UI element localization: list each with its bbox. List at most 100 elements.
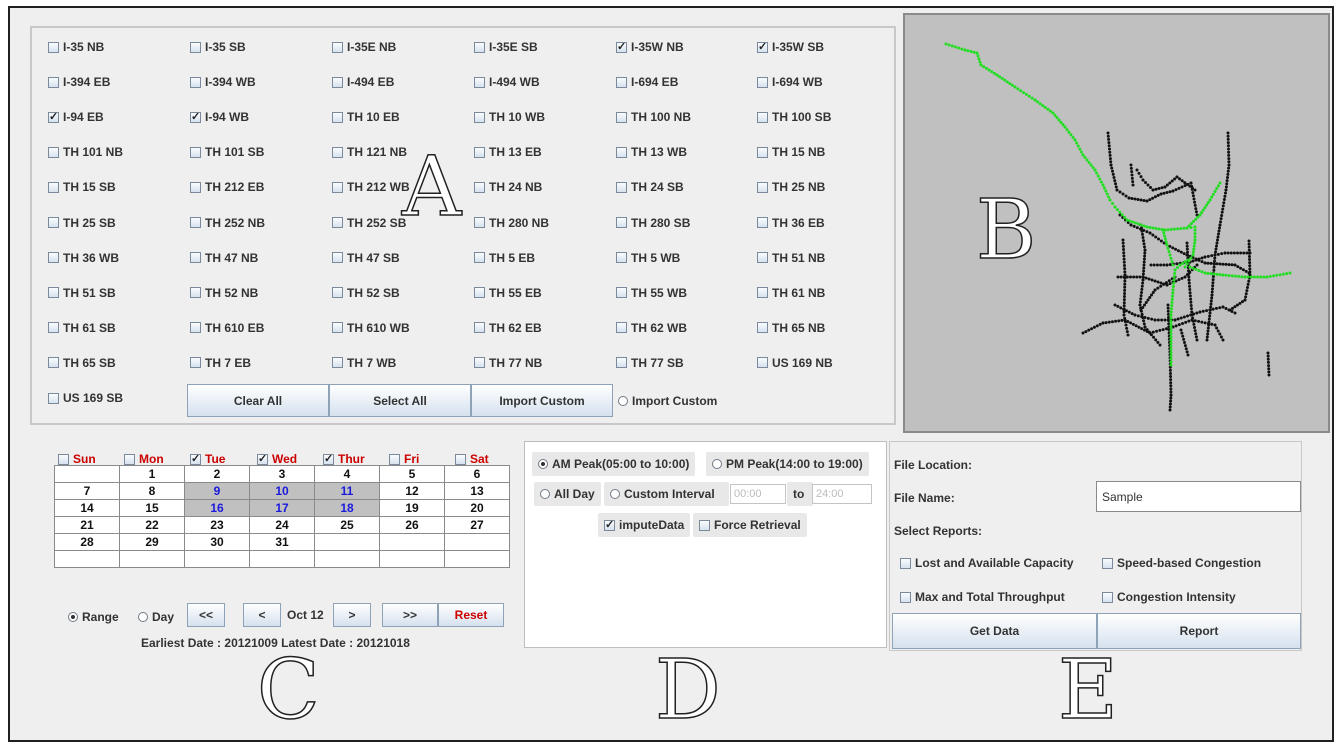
route-checkbox[interactable]: TH 51 SB <box>48 286 116 300</box>
route-checkbox[interactable]: ✓ I-35W NB <box>616 40 684 54</box>
route-checkbox[interactable]: TH 13 WB <box>616 145 687 159</box>
route-checkbox[interactable]: TH 61 SB <box>48 321 116 335</box>
route-checkbox[interactable]: TH 77 SB <box>616 356 684 370</box>
weekday-checkbox[interactable]: Sat <box>455 452 489 466</box>
select-all-button[interactable]: Select All <box>329 384 471 417</box>
reset-button[interactable]: Reset <box>438 603 504 627</box>
route-checkbox[interactable]: TH 13 EB <box>474 145 542 159</box>
route-checkbox[interactable]: TH 5 EB <box>474 251 535 265</box>
calendar-day-cell[interactable]: 28 <box>54 533 120 551</box>
lost-capacity-checkbox[interactable]: Lost and Available Capacity <box>900 556 1074 570</box>
calendar-day-cell[interactable]: 13 <box>444 482 510 500</box>
route-map-panel[interactable] <box>903 13 1330 433</box>
force-retrieval-checkbox[interactable]: Force Retrieval <box>693 513 807 537</box>
route-checkbox[interactable]: ✓ I-35W SB <box>757 40 824 54</box>
route-checkbox[interactable]: TH 610 WB <box>332 321 410 335</box>
first-month-button[interactable]: << <box>187 603 225 627</box>
impute-data-checkbox[interactable]: ✓ imputeData <box>598 513 691 537</box>
calendar-day-cell[interactable]: 8 <box>119 482 185 500</box>
speed-congestion-checkbox[interactable]: Speed-based Congestion <box>1102 556 1261 570</box>
calendar-day-cell[interactable]: 22 <box>119 516 185 534</box>
all-day-radio[interactable]: All Day <box>534 482 601 506</box>
route-checkbox[interactable]: TH 280 SB <box>616 216 690 230</box>
route-checkbox[interactable]: I-494 WB <box>474 75 540 89</box>
route-checkbox[interactable]: TH 25 SB <box>48 216 116 230</box>
calendar-day-cell[interactable]: 10 <box>249 482 315 500</box>
route-checkbox[interactable]: TH 101 NB <box>48 145 123 159</box>
calendar-day-cell[interactable]: 14 <box>54 499 120 517</box>
calendar-day-cell[interactable]: 27 <box>444 516 510 534</box>
end-time-field[interactable] <box>812 484 872 504</box>
route-checkbox[interactable]: TH 24 SB <box>616 180 684 194</box>
weekday-checkbox[interactable]: Fri <box>389 452 419 466</box>
calendar-day-cell[interactable]: 18 <box>314 499 380 517</box>
calendar-day-cell[interactable]: 16 <box>184 499 250 517</box>
calendar-day-cell[interactable]: 30 <box>184 533 250 551</box>
route-checkbox[interactable]: TH 61 NB <box>757 286 825 300</box>
route-checkbox[interactable]: ✓ I-94 WB <box>190 110 249 124</box>
route-checkbox[interactable]: TH 10 WB <box>474 110 545 124</box>
route-checkbox[interactable]: TH 212 EB <box>190 180 264 194</box>
route-checkbox[interactable]: ✓ I-94 EB <box>48 110 104 124</box>
route-checkbox[interactable]: I-694 WB <box>757 75 823 89</box>
prev-month-button[interactable]: < <box>243 603 281 627</box>
route-checkbox[interactable]: TH 5 WB <box>616 251 680 265</box>
calendar-day-cell[interactable]: 26 <box>379 516 445 534</box>
route-checkbox[interactable]: TH 55 WB <box>616 286 687 300</box>
calendar-day-cell[interactable]: 29 <box>119 533 185 551</box>
route-checkbox[interactable]: I-35 SB <box>190 40 246 54</box>
route-checkbox[interactable]: TH 15 SB <box>48 180 116 194</box>
route-checkbox[interactable]: TH 7 WB <box>332 356 396 370</box>
calendar-day-cell[interactable]: 12 <box>379 482 445 500</box>
weekday-checkbox[interactable]: Mon <box>124 452 164 466</box>
am-peak-radio[interactable]: AM Peak(05:00 to 10:00) <box>532 452 696 476</box>
route-checkbox[interactable]: TH 65 SB <box>48 356 116 370</box>
next-month-button[interactable]: > <box>333 603 371 627</box>
calendar-day-cell[interactable]: 5 <box>379 465 445 483</box>
route-checkbox[interactable]: US 169 NB <box>757 356 833 370</box>
calendar-day-cell[interactable]: 9 <box>184 482 250 500</box>
route-checkbox[interactable]: TH 121 NB <box>332 145 407 159</box>
route-checkbox[interactable]: TH 52 SB <box>332 286 400 300</box>
calendar-day-cell[interactable]: 21 <box>54 516 120 534</box>
route-checkbox[interactable]: TH 36 WB <box>48 251 119 265</box>
route-checkbox[interactable]: TH 24 NB <box>474 180 542 194</box>
calendar-day-cell[interactable]: 15 <box>119 499 185 517</box>
route-checkbox[interactable]: TH 252 NB <box>190 216 265 230</box>
route-checkbox[interactable]: TH 77 NB <box>474 356 542 370</box>
route-checkbox[interactable]: TH 10 EB <box>332 110 400 124</box>
calendar-day-cell[interactable]: 6 <box>444 465 510 483</box>
pm-peak-radio[interactable]: PM Peak(14:00 to 19:00) <box>706 452 869 476</box>
route-checkbox[interactable]: TH 55 EB <box>474 286 542 300</box>
route-checkbox[interactable]: TH 101 SB <box>190 145 264 159</box>
calendar-day-cell[interactable]: 25 <box>314 516 380 534</box>
calendar-day-cell[interactable]: 20 <box>444 499 510 517</box>
route-checkbox[interactable]: TH 65 NB <box>757 321 825 335</box>
day-radio[interactable]: Day <box>138 610 174 624</box>
report-button[interactable]: Report <box>1097 613 1301 649</box>
calendar-day-cell[interactable]: 17 <box>249 499 315 517</box>
start-time-field[interactable] <box>730 484 786 504</box>
route-checkbox[interactable]: I-35E SB <box>474 40 538 54</box>
route-checkbox[interactable]: TH 610 EB <box>190 321 264 335</box>
import-custom-radio[interactable]: Import Custom <box>618 394 717 408</box>
route-checkbox[interactable]: TH 36 EB <box>757 216 825 230</box>
calendar-day-cell[interactable]: 19 <box>379 499 445 517</box>
calendar-day-cell[interactable]: 31 <box>249 533 315 551</box>
weekday-checkbox[interactable]: ✓ Wed <box>257 452 297 466</box>
weekday-checkbox[interactable]: ✓ Thur <box>323 452 365 466</box>
weekday-checkbox[interactable]: Sun <box>58 452 96 466</box>
route-checkbox[interactable]: TH 25 NB <box>757 180 825 194</box>
calendar-day-cell[interactable]: 11 <box>314 482 380 500</box>
calendar-day-cell[interactable]: 1 <box>119 465 185 483</box>
route-checkbox[interactable]: TH 7 EB <box>190 356 251 370</box>
route-checkbox[interactable]: TH 252 SB <box>332 216 406 230</box>
calendar-day-cell[interactable]: 7 <box>54 482 120 500</box>
route-checkbox[interactable]: TH 280 NB <box>474 216 549 230</box>
route-checkbox[interactable]: TH 100 NB <box>616 110 691 124</box>
route-checkbox[interactable]: TH 47 NB <box>190 251 258 265</box>
route-checkbox[interactable]: I-35E NB <box>332 40 396 54</box>
max-throughput-checkbox[interactable]: Max and Total Throughput <box>900 590 1065 604</box>
calendar-day-cell[interactable]: 3 <box>249 465 315 483</box>
route-checkbox[interactable]: TH 51 NB <box>757 251 825 265</box>
